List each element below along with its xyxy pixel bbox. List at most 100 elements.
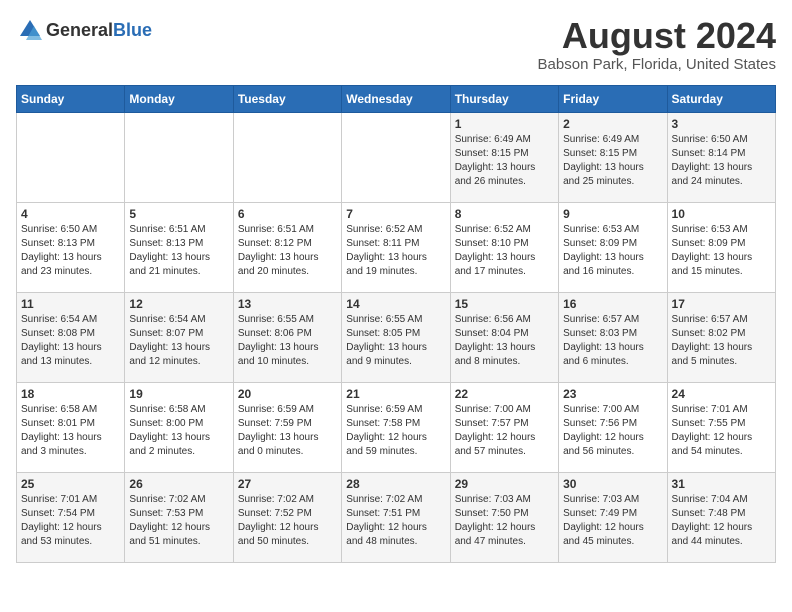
logo-blue-text: Blue [113,20,152,41]
day-cell: 2 Sunrise: 6:49 AM Sunset: 8:15 PM Daylig… [559,112,667,202]
day-cell [125,112,233,202]
day-number: 3 [672,117,771,131]
day-info: Sunrise: 6:58 AM Sunset: 8:00 PM Dayligh… [129,403,228,459]
day-cell: 6Sunrise: 6:51 AM Sunset: 8:12 PM Daylig… [233,202,341,292]
day-info: Sunrise: 7:02 AM Sunset: 7:53 PM Dayligh… [129,493,228,549]
day-cell: 12 Sunrise: 6:54 AM Sunset: 8:07 PM Dayli… [125,292,233,382]
day-cell: 18 Sunrise: 6:58 AM Sunset: 8:01 PM Dayli… [17,382,125,472]
day-info: Sunrise: 7:03 AM Sunset: 7:49 PM Dayligh… [563,493,662,549]
day-cell: 23 Sunrise: 7:00 AM Sunset: 7:56 PM Dayli… [559,382,667,472]
location-title: Babson Park, Florida, United States [538,56,776,73]
day-number: 6 [238,207,337,221]
month-title: August 2024 [538,16,776,56]
day-number: 27 [238,477,337,491]
day-number: 19 [129,387,228,401]
day-cell: 10 Sunrise: 6:53 AM Sunset: 8:09 PM Dayli… [667,202,775,292]
day-number: 26 [129,477,228,491]
day-number: 16 [563,297,662,311]
day-number: 30 [563,477,662,491]
day-cell: 15 Sunrise: 6:56 AM Sunset: 8:04 PM Dayli… [450,292,558,382]
day-info: Sunrise: 6:53 AM Sunset: 8:09 PM Dayligh… [563,223,662,279]
day-cell: 27 Sunrise: 7:02 AM Sunset: 7:52 PM Dayli… [233,472,341,562]
day-info: Sunrise: 7:01 AM Sunset: 7:55 PM Dayligh… [672,403,771,459]
day-info: Sunrise: 6:53 AM Sunset: 8:09 PM Dayligh… [672,223,771,279]
day-number: 22 [455,387,554,401]
weekday-header-thursday: Thursday [450,85,558,112]
weekday-header-monday: Monday [125,85,233,112]
day-info: Sunrise: 6:54 AM Sunset: 8:07 PM Dayligh… [129,313,228,369]
day-info: Sunrise: 6:49 AM Sunset: 8:15 PM Dayligh… [563,133,662,189]
day-cell: 16Sunrise: 6:57 AM Sunset: 8:03 PM Dayli… [559,292,667,382]
day-cell: 9Sunrise: 6:53 AM Sunset: 8:09 PM Daylig… [559,202,667,292]
title-area: August 2024 Babson Park, Florida, United… [538,16,776,73]
day-info: Sunrise: 7:02 AM Sunset: 7:52 PM Dayligh… [238,493,337,549]
day-cell: 25 Sunrise: 7:01 AM Sunset: 7:54 PM Dayli… [17,472,125,562]
day-info: Sunrise: 6:52 AM Sunset: 8:10 PM Dayligh… [455,223,554,279]
day-cell: 1 Sunrise: 6:49 AM Sunset: 8:15 PM Daylig… [450,112,558,202]
logo: GeneralBlue [16,16,152,44]
day-number: 1 [455,117,554,131]
header: GeneralBlue August 2024 Babson Park, Flo… [16,16,776,73]
week-row-4: 18 Sunrise: 6:58 AM Sunset: 8:01 PM Dayli… [17,382,776,472]
day-info: Sunrise: 6:50 AM Sunset: 8:13 PM Dayligh… [21,223,120,279]
day-info: Sunrise: 6:59 AM Sunset: 7:58 PM Dayligh… [346,403,445,459]
day-number: 7 [346,207,445,221]
calendar-table: SundayMondayTuesdayWednesdayThursdayFrid… [16,85,776,563]
day-number: 10 [672,207,771,221]
day-info: Sunrise: 6:58 AM Sunset: 8:01 PM Dayligh… [21,403,120,459]
day-number: 11 [21,297,120,311]
logo-icon [16,16,44,44]
day-number: 20 [238,387,337,401]
day-cell [342,112,450,202]
weekday-header-sunday: Sunday [17,85,125,112]
day-cell: 29 Sunrise: 7:03 AM Sunset: 7:50 PM Dayli… [450,472,558,562]
day-number: 15 [455,297,554,311]
day-number: 2 [563,117,662,131]
day-number: 5 [129,207,228,221]
day-cell: 31Sunrise: 7:04 AM Sunset: 7:48 PM Dayli… [667,472,775,562]
day-info: Sunrise: 7:02 AM Sunset: 7:51 PM Dayligh… [346,493,445,549]
day-cell: 3 Sunrise: 6:50 AM Sunset: 8:14 PM Daylig… [667,112,775,202]
day-info: Sunrise: 7:00 AM Sunset: 7:56 PM Dayligh… [563,403,662,459]
week-row-5: 25 Sunrise: 7:01 AM Sunset: 7:54 PM Dayli… [17,472,776,562]
day-cell: 26 Sunrise: 7:02 AM Sunset: 7:53 PM Dayli… [125,472,233,562]
day-cell: 30 Sunrise: 7:03 AM Sunset: 7:49 PM Dayli… [559,472,667,562]
day-info: Sunrise: 6:51 AM Sunset: 8:13 PM Dayligh… [129,223,228,279]
week-row-2: 4 Sunrise: 6:50 AM Sunset: 8:13 PM Daylig… [17,202,776,292]
day-cell: 28Sunrise: 7:02 AM Sunset: 7:51 PM Dayli… [342,472,450,562]
weekday-header-friday: Friday [559,85,667,112]
day-number: 14 [346,297,445,311]
day-cell: 24 Sunrise: 7:01 AM Sunset: 7:55 PM Dayli… [667,382,775,472]
day-number: 21 [346,387,445,401]
day-info: Sunrise: 6:59 AM Sunset: 7:59 PM Dayligh… [238,403,337,459]
day-cell: 8 Sunrise: 6:52 AM Sunset: 8:10 PM Daylig… [450,202,558,292]
day-number: 25 [21,477,120,491]
day-info: Sunrise: 7:01 AM Sunset: 7:54 PM Dayligh… [21,493,120,549]
day-cell: 11Sunrise: 6:54 AM Sunset: 8:08 PM Dayli… [17,292,125,382]
day-info: Sunrise: 6:52 AM Sunset: 8:11 PM Dayligh… [346,223,445,279]
day-number: 4 [21,207,120,221]
day-number: 12 [129,297,228,311]
day-info: Sunrise: 6:55 AM Sunset: 8:06 PM Dayligh… [238,313,337,369]
day-cell: 17 Sunrise: 6:57 AM Sunset: 8:02 PM Dayli… [667,292,775,382]
day-number: 24 [672,387,771,401]
day-number: 17 [672,297,771,311]
day-info: Sunrise: 6:55 AM Sunset: 8:05 PM Dayligh… [346,313,445,369]
weekday-header-wednesday: Wednesday [342,85,450,112]
day-info: Sunrise: 6:57 AM Sunset: 8:02 PM Dayligh… [672,313,771,369]
day-number: 29 [455,477,554,491]
day-cell [233,112,341,202]
day-cell: 5 Sunrise: 6:51 AM Sunset: 8:13 PM Daylig… [125,202,233,292]
day-number: 23 [563,387,662,401]
day-info: Sunrise: 6:49 AM Sunset: 8:15 PM Dayligh… [455,133,554,189]
weekday-header-saturday: Saturday [667,85,775,112]
day-number: 8 [455,207,554,221]
day-info: Sunrise: 6:56 AM Sunset: 8:04 PM Dayligh… [455,313,554,369]
day-info: Sunrise: 7:03 AM Sunset: 7:50 PM Dayligh… [455,493,554,549]
day-number: 18 [21,387,120,401]
day-cell [17,112,125,202]
weekday-header-row: SundayMondayTuesdayWednesdayThursdayFrid… [17,85,776,112]
day-info: Sunrise: 6:50 AM Sunset: 8:14 PM Dayligh… [672,133,771,189]
day-info: Sunrise: 7:00 AM Sunset: 7:57 PM Dayligh… [455,403,554,459]
week-row-3: 11Sunrise: 6:54 AM Sunset: 8:08 PM Dayli… [17,292,776,382]
